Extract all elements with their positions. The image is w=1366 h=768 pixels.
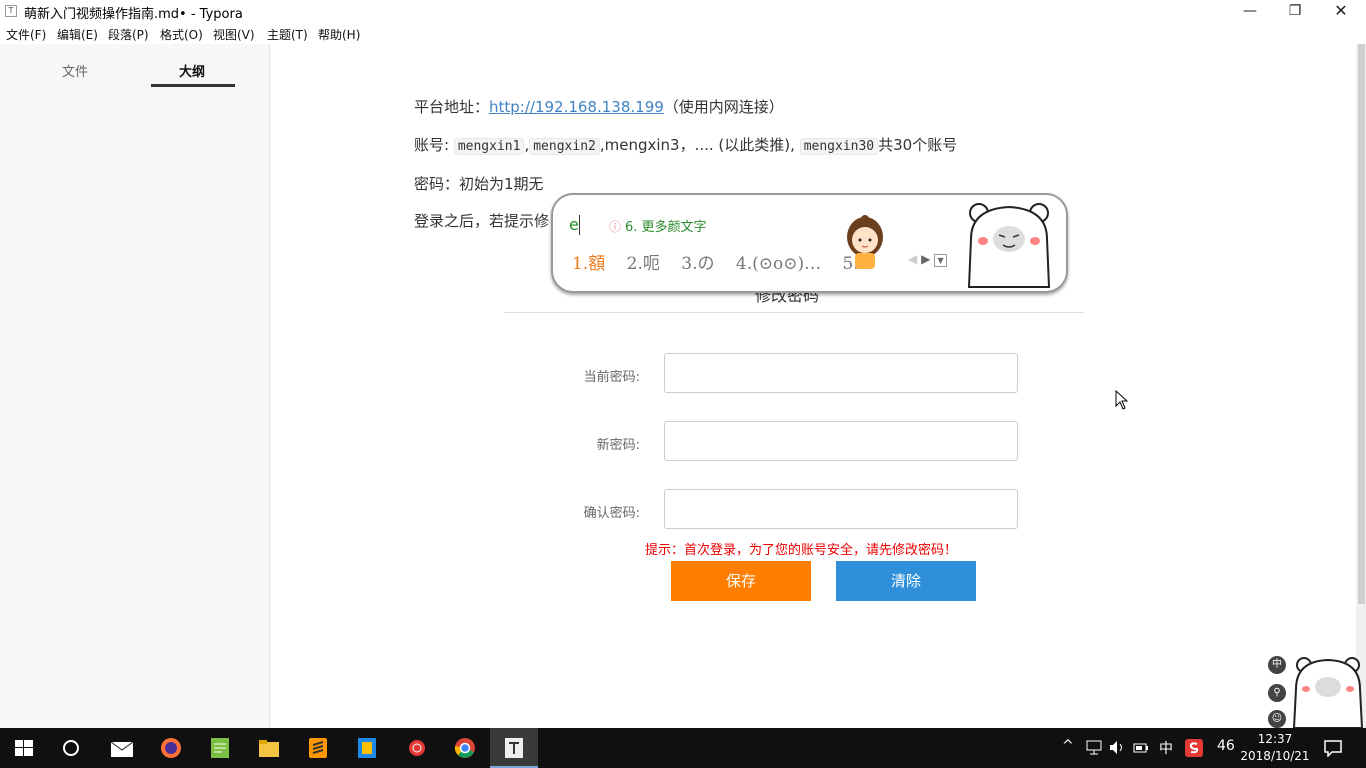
sogou-ime-icon[interactable] [1185,739,1203,757]
taskbar-sublime[interactable] [294,728,342,768]
ime-candidate-1[interactable]: 1.額 [572,254,605,274]
cortana-search-icon[interactable] [62,739,80,757]
current-password-field[interactable] [664,353,1018,393]
prev-page-icon[interactable]: ◀ [908,252,917,266]
tab-outline[interactable]: 大纲 [179,61,205,80]
sidebar: 文件 大纲 [0,44,270,728]
save-button[interactable]: 保存 [671,561,811,601]
network-icon[interactable] [1086,740,1102,755]
ime-more-label: 6. 更多颜文字 [625,220,707,235]
notepad-icon [211,738,229,758]
code-mengxin1: mengxin1 [453,138,525,155]
ime-settings-badge[interactable]: ⚲ [1268,684,1286,702]
login-note-line: 登录之后，若提示修 [414,212,550,230]
blue-app-icon [358,738,376,758]
platform-address-line: 平台地址：http://192.168.138.199（使用内网连接） [414,96,784,117]
mail-icon [110,741,134,757]
next-page-icon[interactable]: ▶ [921,252,930,266]
ime-chinese-badge[interactable]: 中 [1268,656,1286,674]
editor-scrollbar[interactable] [1356,44,1366,728]
taskbar-notepad[interactable] [196,728,244,768]
tab-files[interactable]: 文件 [62,61,88,80]
scrollbar-thumb[interactable] [1358,44,1365,604]
taskbar-app-blue[interactable] [343,728,391,768]
taskbar-explorer[interactable] [245,728,293,768]
intranet-note: （使用内网连接） [663,98,784,116]
menu-file[interactable]: 文件(F) [6,26,46,43]
title-bar: T 萌新入门视频操作指南.md• - Typora — ❐ ✕ [0,0,1366,22]
notification-center-icon[interactable] [1324,740,1342,757]
ime-caret [579,215,580,235]
clear-button[interactable]: 清除 [836,561,976,601]
ime-skin-badge[interactable]: ☺ [1268,710,1286,728]
menu-paragraph[interactable]: 段落(P) [108,26,149,43]
ime-composition: e [569,215,579,234]
ime-page-nav: ◀ ▶ ▼ [908,252,948,267]
weather-temp-indicator[interactable]: 46 [1217,738,1235,754]
menu-edit[interactable]: 编辑(E) [57,26,98,43]
ime-more-kaomoji[interactable]: ⓘ 6. 更多颜文字 [609,216,707,235]
bear-sticker-corner-icon [1292,657,1364,728]
minimize-button[interactable]: — [1227,0,1273,22]
address-label: 平台地址： [414,98,490,116]
current-password-label: 当前密码: [583,370,640,385]
typora-icon [505,738,523,758]
active-tab-indicator [151,84,235,87]
bear-meme-icon [967,203,1051,288]
taskbar-snail[interactable] [392,728,440,768]
menu-format[interactable]: 格式(O) [160,26,203,43]
typora-app-icon: T [5,5,17,17]
taskbar-clock[interactable]: 12:37 2018/10/21 [1240,731,1310,765]
volume-icon[interactable] [1109,740,1125,755]
chrome-icon [454,738,475,758]
tray-expand-icon[interactable]: ^ [1062,738,1074,754]
security-hint: 提示：首次登录，为了您的账号安全，请先修改密码！ [645,543,958,558]
confirm-password-field[interactable] [664,489,1018,529]
restore-button[interactable]: ❐ [1272,0,1318,22]
menu-view[interactable]: 视图(V) [213,26,255,43]
taskbar-firefox[interactable] [147,728,195,768]
battery-icon[interactable] [1133,740,1149,755]
taskbar-typora[interactable] [490,728,538,768]
password-line: 密码：初始为1期无 [414,175,544,193]
info-icon: ⓘ [609,220,622,234]
folder-icon [259,740,279,757]
ime-candidate-window: e ⓘ 6. 更多颜文字 1.額 2.呃 3.の 4.(⊙o⊙)… 5. ◀ ▶ … [551,193,1068,293]
clock-date: 2018/10/21 [1240,749,1310,763]
window-title: 萌新入门视频操作指南.md• - Typora [24,7,243,22]
windows-taskbar: ^ 中 46 12:37 2018/10/21 [0,728,1366,768]
accounts-label: 账号: [414,136,454,154]
confirm-password-label: 确认密码: [583,506,640,521]
taskbar-chrome[interactable] [441,728,489,768]
close-button[interactable]: ✕ [1318,0,1364,22]
start-windows-icon[interactable] [15,740,33,756]
ime-candidate-2[interactable]: 2.呃 [627,254,660,274]
menu-bar: 文件(F) 编辑(E) 段落(P) 格式(O) 视图(V) 主题(T) 帮助(H… [0,22,1366,44]
sublime-icon [309,738,327,758]
accounts-total: 共30个账号 [878,136,958,154]
menu-theme[interactable]: 主题(T) [267,26,308,43]
accounts-line: 账号: mengxin1, mengxin2 ,mengxin3，.... (以此类… [414,134,957,155]
taskbar-mail[interactable] [98,728,146,768]
firefox-icon [161,738,181,758]
girl-sticker-icon [847,215,883,269]
new-password-label: 新密码: [596,438,640,453]
new-password-field[interactable] [664,421,1018,461]
ime-candidate-4[interactable]: 4.(⊙o⊙)… [736,254,821,274]
expand-dropdown-icon[interactable]: ▼ [934,254,948,267]
menu-help[interactable]: 帮助(H) [318,26,360,43]
clock-time: 12:37 [1257,732,1293,746]
code-mengxin2: mengxin2 [529,138,600,155]
mouse-cursor-icon [1115,390,1129,410]
ime-candidate-3[interactable]: 3.の [681,254,714,274]
ime-candidates: 1.額 2.呃 3.の 4.(⊙o⊙)… 5. [572,249,875,274]
input-language-indicator[interactable]: 中 [1159,738,1173,758]
snail-icon [409,740,425,756]
platform-link[interactable]: http://192.168.138.199 [489,98,664,116]
accounts-middle: ,mengxin3，.... (以此类推), [599,136,795,154]
title-divider [504,312,1084,313]
code-mengxin30: mengxin30 [799,138,879,155]
